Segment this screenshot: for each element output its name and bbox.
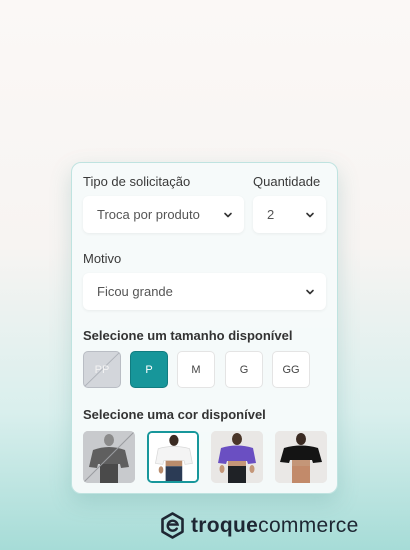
request-type-label: Tipo de solicitação [83, 174, 191, 189]
size-label: M [191, 363, 201, 376]
color-option-purple[interactable] [211, 431, 263, 483]
e-logo-icon [161, 512, 184, 539]
size-option-m[interactable]: M [177, 351, 215, 388]
purple-tshirt-photo [211, 431, 263, 483]
reason-select[interactable]: Ficou grande [83, 273, 326, 310]
size-label: PP [94, 363, 110, 376]
troquecommerce-logo: troquecommerce [160, 512, 359, 539]
brand-name-bold: troque [191, 513, 259, 537]
size-option-g[interactable]: G [225, 351, 263, 388]
size-option-pp: PP [83, 351, 121, 388]
color-option-gray [83, 431, 135, 483]
chevron-down-icon [224, 212, 232, 217]
black-tshirt-photo [275, 431, 327, 483]
brand-wordmark: troquecommerce [191, 514, 359, 538]
size-label: G [239, 363, 249, 376]
reason-label: Motivo [83, 251, 122, 266]
reason-value: Ficou grande [97, 284, 173, 299]
exchange-request-card: Tipo de solicitação Quantidade Troca por… [71, 162, 338, 494]
size-section-title: Selecione um tamanho disponível [83, 328, 293, 343]
quantity-select[interactable]: 2 [253, 196, 326, 233]
size-option-gg[interactable]: GG [272, 351, 310, 388]
chevron-down-icon [306, 289, 314, 294]
size-label: GG [282, 363, 300, 376]
quantity-value: 2 [267, 207, 275, 222]
chevron-down-icon [306, 212, 314, 217]
color-option-black[interactable] [275, 431, 327, 483]
quantity-label: Quantidade [253, 174, 321, 189]
size-option-p[interactable]: P [130, 351, 168, 388]
color-section-title: Selecione uma cor disponível [83, 407, 266, 422]
gray-tshirt-photo [83, 431, 135, 483]
white-tshirt-photo [149, 433, 197, 481]
request-type-select[interactable]: Troca por produto [83, 196, 244, 233]
size-label: P [145, 363, 153, 376]
request-type-value: Troca por produto [97, 207, 200, 222]
color-option-white[interactable] [147, 431, 199, 483]
brand-name-rest: commerce [258, 513, 359, 537]
